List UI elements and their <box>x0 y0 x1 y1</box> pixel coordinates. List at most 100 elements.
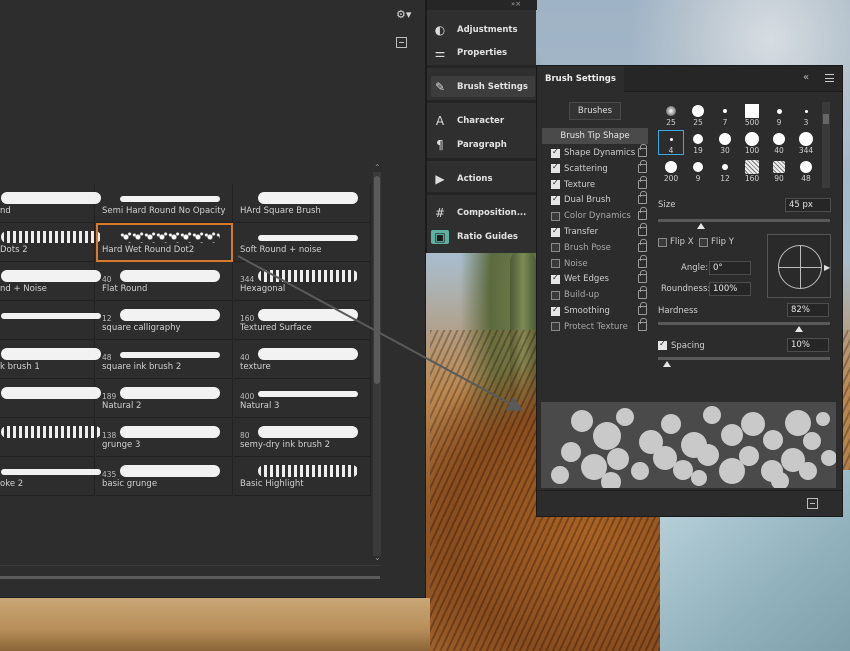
tab-brush-settings[interactable]: Brush Settings <box>537 66 624 92</box>
option-checkbox[interactable] <box>551 211 560 221</box>
angle-roundness-widget[interactable]: ▶ <box>767 234 831 298</box>
dock-item[interactable]: ✎ Brush Settings <box>431 76 535 97</box>
brush-option-row[interactable]: Color Dynamics <box>551 207 647 223</box>
brush-size-preview-slider[interactable] <box>0 576 380 579</box>
brush-cell[interactable]: oke 2 <box>0 457 101 496</box>
brush-tip-preset[interactable]: 25 <box>685 102 711 127</box>
lock-icon[interactable] <box>638 144 647 157</box>
brush-tip-preset[interactable]: 19 <box>685 130 711 155</box>
scroll-down-arrow-icon[interactable]: ⌄ <box>374 553 381 562</box>
panel-menu-icon[interactable] <box>825 74 834 82</box>
brush-tip-preset[interactable]: 48 <box>793 158 818 183</box>
new-brush-icon[interactable] <box>396 37 407 48</box>
dock-item[interactable]: # Composition... <box>431 202 535 223</box>
flip-x-checkbox[interactable] <box>658 238 667 247</box>
option-checkbox[interactable] <box>551 273 560 284</box>
brush-option-row[interactable]: Dual Brush <box>551 191 647 207</box>
spacing-slider[interactable] <box>658 357 830 360</box>
brush-tip-preset[interactable]: 30 <box>712 130 738 155</box>
option-checkbox[interactable] <box>551 305 560 316</box>
scroll-up-arrow-icon[interactable]: ⌃ <box>374 163 381 172</box>
collapse-panel-icon[interactable]: « <box>803 72 809 83</box>
lock-icon[interactable] <box>638 238 647 252</box>
brush-cell[interactable]: 160 Textured Surface <box>234 301 371 340</box>
brush-cell[interactable] <box>0 301 101 340</box>
angle-field[interactable]: 0° <box>709 261 751 275</box>
brush-option-row[interactable]: Transfer <box>551 223 647 239</box>
brush-tip-preset[interactable]: 100 <box>739 130 765 155</box>
brush-cell[interactable]: Basic Highlight <box>234 457 371 496</box>
brush-option-row[interactable]: Scattering <box>551 159 647 176</box>
brush-tip-preset[interactable]: 500 <box>739 102 765 127</box>
brush-tip-preset[interactable]: 9 <box>685 158 711 183</box>
brush-cell[interactable]: 400 Natural 3 <box>234 379 371 418</box>
brush-cell[interactable]: 40 texture <box>234 340 371 379</box>
brush-tip-preset[interactable]: 160 <box>739 158 765 183</box>
brush-option-row[interactable]: Noise <box>551 254 647 271</box>
dock-item[interactable]: ▶ Actions <box>431 168 535 189</box>
lock-icon[interactable] <box>638 159 647 173</box>
spacing-field[interactable]: 10% <box>787 338 829 352</box>
roundness-field[interactable]: 100% <box>709 282 751 296</box>
brush-tip-preset[interactable]: 7 <box>712 102 738 127</box>
dock-item[interactable]: A Character <box>431 110 535 131</box>
brush-cell[interactable]: 189 Natural 2 <box>96 379 233 418</box>
brush-tip-preset[interactable]: 40 <box>766 130 792 155</box>
brush-option-row[interactable]: Brush Pose <box>551 238 647 255</box>
option-checkbox[interactable] <box>551 290 560 300</box>
brush-option-row[interactable]: Wet Edges <box>551 270 647 286</box>
brush-cell[interactable]: 48 square ink brush 2 <box>96 340 233 379</box>
brush-cell[interactable]: Hard Wet Round Dot2 <box>96 223 233 262</box>
brush-cell[interactable]: HArd Square Brush <box>234 184 371 223</box>
option-checkbox[interactable] <box>551 259 560 269</box>
lock-icon[interactable] <box>638 191 647 205</box>
option-checkbox[interactable] <box>551 162 560 174</box>
brush-tip-preset[interactable]: 344 <box>793 130 818 155</box>
brush-cell[interactable]: 138 grunge 3 <box>96 418 233 457</box>
brush-cell[interactable]: nd <box>0 184 101 223</box>
brush-tip-preset[interactable]: 25 <box>658 102 684 127</box>
size-field[interactable]: 45 px <box>785 198 831 212</box>
brush-cell[interactable] <box>0 418 101 457</box>
brush-cell[interactable]: Dots 2 <box>0 223 101 262</box>
spacing-slider-thumb[interactable] <box>662 361 671 367</box>
brush-tip-preset[interactable]: 90 <box>766 158 792 183</box>
brushes-button[interactable]: Brushes <box>569 102 621 120</box>
brush-tip-preset[interactable]: 12 <box>712 158 738 183</box>
dock-item[interactable]: ⚌ Properties <box>431 42 535 63</box>
size-slider[interactable] <box>658 219 830 222</box>
lock-icon[interactable] <box>638 270 647 284</box>
brush-option-row[interactable]: Build-up <box>551 286 647 302</box>
spacing-checkbox[interactable] <box>658 339 667 350</box>
brush-tip-shape-item[interactable]: Brush Tip Shape <box>542 128 648 144</box>
brush-cell[interactable]: 344 Hexagonal <box>234 262 371 301</box>
gear-icon[interactable]: ⚙▾ <box>396 8 412 22</box>
brush-cell[interactable]: 435 basic grunge <box>96 457 233 496</box>
lock-icon[interactable] <box>638 207 647 221</box>
brush-cell[interactable]: Soft Round + noise <box>234 223 371 262</box>
brush-cell[interactable]: 40 Flat Round <box>96 262 233 301</box>
lock-icon[interactable] <box>638 286 647 300</box>
brush-cell[interactable]: nd + Noise <box>0 262 101 301</box>
preset-scroll-thumb[interactable] <box>823 114 829 124</box>
option-checkbox[interactable] <box>551 147 560 158</box>
brush-cell[interactable]: Semi Hard Round No Opacity <box>96 184 233 223</box>
dock-item[interactable]: ¶ Paragraph <box>431 134 535 155</box>
brush-cell[interactable] <box>0 379 101 418</box>
option-checkbox[interactable] <box>551 194 560 205</box>
lock-icon[interactable] <box>638 317 647 331</box>
brush-grid-scroll-thumb[interactable] <box>374 176 380 384</box>
brush-tip-preset[interactable]: 200 <box>658 158 684 183</box>
brush-option-row[interactable]: Shape Dynamics <box>551 144 647 160</box>
brush-option-row[interactable]: Texture <box>551 175 647 192</box>
option-checkbox[interactable] <box>551 322 560 332</box>
brush-cell[interactable]: k brush 1 <box>0 340 101 379</box>
hardness-field[interactable]: 82% <box>787 303 829 317</box>
collapse-dock-icon[interactable]: »× <box>511 0 521 8</box>
lock-icon[interactable] <box>638 175 647 189</box>
dock-item[interactable]: ▣ Ratio Guides <box>431 226 535 247</box>
lock-icon[interactable] <box>638 223 647 236</box>
hardness-slider[interactable] <box>658 322 830 325</box>
brush-option-row[interactable]: Protect Texture <box>551 317 647 334</box>
flip-y-checkbox[interactable] <box>699 238 708 247</box>
